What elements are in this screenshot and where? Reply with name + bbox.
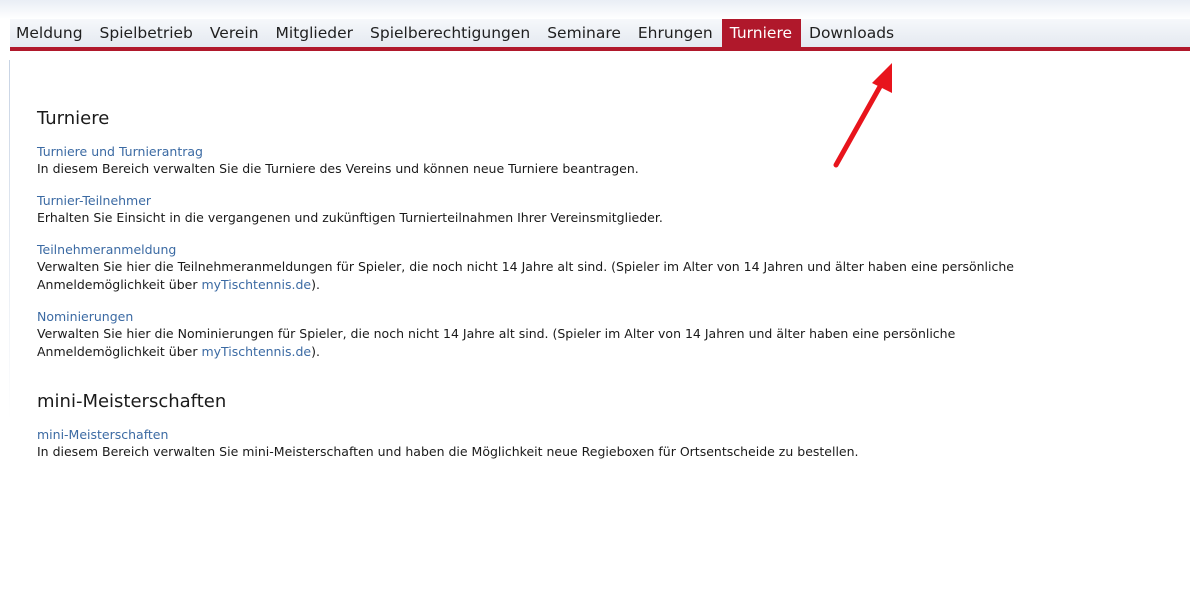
link-teilnehmeranmeldung[interactable]: Teilnehmeranmeldung	[37, 241, 1187, 258]
list-item: mini-Meisterschaften In diesem Bereich v…	[37, 426, 1187, 461]
mytischtennis-link[interactable]: myTischtennis.de	[201, 277, 311, 292]
section-title: mini-Meisterschaften	[37, 391, 227, 412]
section-mini-meisterschaften: mini-Meisterschaften mini-Meisterschafte…	[37, 391, 1187, 461]
section-title: Turniere	[37, 108, 110, 129]
nav-item-ehrungen[interactable]: Ehrungen	[630, 19, 722, 47]
desc-prefix: Anmeldemöglichkeit über	[37, 344, 202, 359]
nav-item-spielberechtigungen[interactable]: Spielberechtigungen	[362, 19, 539, 47]
entry-description: In diesem Bereich verwalten Sie mini-Mei…	[37, 444, 859, 459]
link-mini-meisterschaften[interactable]: mini-Meisterschaften	[37, 426, 1187, 443]
entry-description-line1: Verwalten Sie hier die Nominierungen für…	[37, 326, 956, 341]
desc-suffix: ).	[311, 344, 320, 359]
list-item: Nominierungen Verwalten Sie hier die Nom…	[37, 308, 1187, 361]
left-divider	[9, 60, 10, 420]
desc-suffix: ).	[311, 277, 320, 292]
list-item: Turnier-Teilnehmer Erhalten Sie Einsicht…	[37, 192, 1187, 227]
nav-underline	[10, 47, 1190, 51]
entry-description-line2: Anmeldemöglichkeit über myTischtennis.de…	[37, 343, 1187, 361]
mytischtennis-link[interactable]: myTischtennis.de	[201, 344, 311, 359]
main-content: Turniere Turniere und Turnierantrag In d…	[37, 108, 1187, 461]
nav-item-turniere[interactable]: Turniere	[721, 19, 802, 47]
link-turniere-und-turnierantrag[interactable]: Turniere und Turnierantrag	[37, 143, 1187, 160]
entry-description-line1: Verwalten Sie hier die Teilnehmeranmeldu…	[37, 259, 1014, 274]
main-nav: Meldung Spielbetrieb Verein Mitglieder S…	[10, 19, 1190, 47]
entry-description-line2: Anmeldemöglichkeit über myTischtennis.de…	[37, 276, 1187, 294]
link-turnier-teilnehmer[interactable]: Turnier-Teilnehmer	[37, 192, 1187, 209]
nav-item-seminare[interactable]: Seminare	[539, 19, 630, 47]
entry-description: In diesem Bereich verwalten Sie die Turn…	[37, 161, 639, 176]
nav-item-mitglieder[interactable]: Mitglieder	[268, 19, 363, 47]
link-nominierungen[interactable]: Nominierungen	[37, 308, 1187, 325]
nav-item-downloads[interactable]: Downloads	[801, 19, 903, 47]
nav-item-spielbetrieb[interactable]: Spielbetrieb	[92, 19, 202, 47]
entry-description: Erhalten Sie Einsicht in die vergangenen…	[37, 210, 663, 225]
top-strip	[0, 0, 1190, 19]
nav-item-verein[interactable]: Verein	[202, 19, 268, 47]
list-item: Teilnehmeranmeldung Verwalten Sie hier d…	[37, 241, 1187, 294]
nav-item-meldung[interactable]: Meldung	[10, 19, 92, 47]
list-item: Turniere und Turnierantrag In diesem Ber…	[37, 143, 1187, 178]
section-turniere: Turniere Turniere und Turnierantrag In d…	[37, 108, 1187, 361]
desc-prefix: Anmeldemöglichkeit über	[37, 277, 202, 292]
